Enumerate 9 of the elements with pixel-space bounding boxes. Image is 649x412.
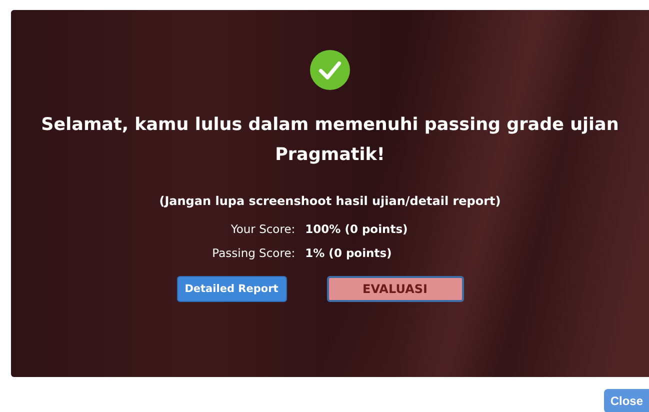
score-value: 100% (0 points) [305, 222, 408, 236]
score-label: Passing Score: [212, 246, 296, 260]
close-button[interactable]: Close [604, 389, 649, 412]
evaluation-button[interactable]: EVALUASI [326, 276, 464, 302]
reminder-note: (Jangan lupa screenshoot hasil ujian/detail report) [159, 194, 501, 208]
score-value: 1% (0 points) [305, 246, 393, 260]
score-label: Your Score: [230, 222, 296, 236]
detailed-report-button[interactable]: Detailed Report [176, 276, 286, 302]
result-heading: Selamat, kamu lulus dalam memenuhi passing grade ujian Pragmatik! [40, 114, 620, 167]
